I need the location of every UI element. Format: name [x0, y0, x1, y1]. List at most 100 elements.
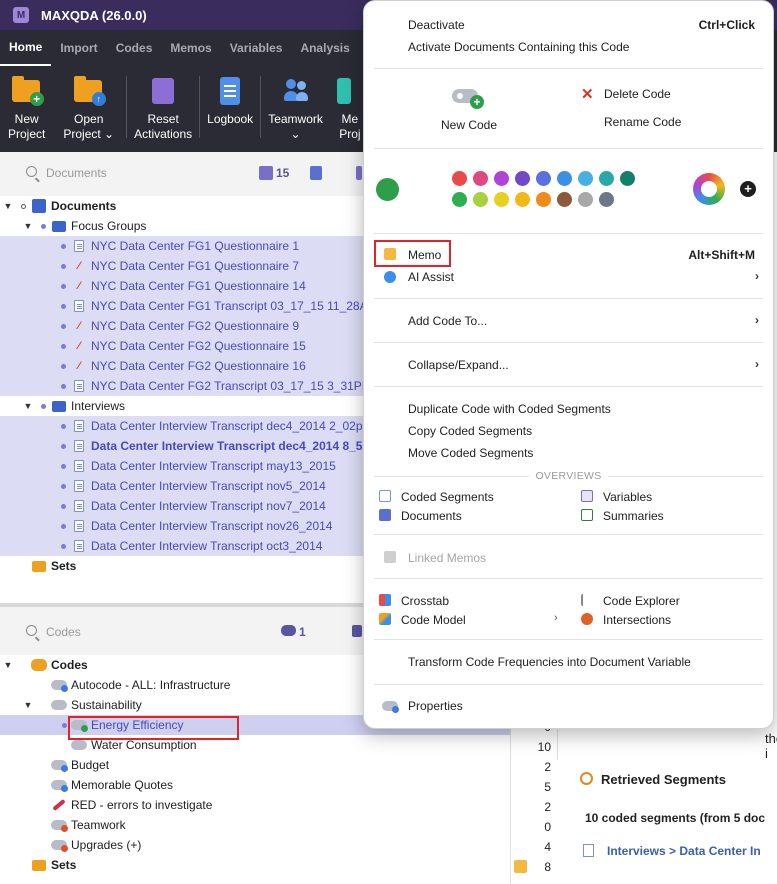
chevron-down-icon[interactable]: ▼ [3, 201, 13, 211]
activation-dot[interactable] [61, 363, 66, 369]
document-label: Data Center Interview Transcript nov26_2… [91, 519, 333, 533]
menu-item-deactivate[interactable]: Deactivate [408, 18, 465, 32]
activation-dot[interactable] [41, 223, 46, 229]
chevron-down-icon[interactable]: ▼ [23, 700, 33, 710]
color-swatch[interactable] [578, 192, 593, 207]
activation-dot[interactable] [61, 263, 66, 269]
menu-item-copy-segments[interactable]: Copy Coded Segments [408, 424, 532, 438]
open-project-button[interactable]: ↑ Open Project ⌄ [63, 76, 114, 142]
retrieved-segment-path[interactable]: Interviews > Data Center In [607, 844, 761, 858]
code-frequency: 2 [544, 760, 551, 774]
new-project-button[interactable]: + New Project [8, 76, 45, 142]
color-swatch[interactable] [473, 192, 488, 207]
menu-item-rename-code[interactable]: Rename Code [604, 115, 681, 129]
code-row[interactable]: Budget [0, 755, 510, 775]
add-color-icon[interactable]: + [740, 181, 756, 197]
activation-dot[interactable] [21, 203, 26, 209]
color-swatch[interactable] [452, 171, 467, 186]
menu-item-code-model[interactable]: Code Model [401, 613, 466, 627]
menu-item-collapse-expand[interactable]: Collapse/Expand... [408, 358, 509, 372]
activate-filter-icon[interactable] [310, 166, 322, 180]
menu-item-delete-code[interactable]: Delete Code [604, 87, 671, 101]
activation-dot[interactable] [61, 303, 66, 309]
tab-memos[interactable]: Memos [161, 30, 220, 66]
folder-icon [52, 220, 66, 232]
codes-search-input[interactable]: Codes [46, 625, 81, 639]
toolbar-icon[interactable] [356, 166, 362, 180]
memo-icon[interactable] [514, 860, 527, 873]
activation-dot[interactable] [41, 403, 46, 409]
logbook-label: Logbook [207, 112, 254, 126]
activation-dot[interactable] [61, 283, 66, 289]
tab-import[interactable]: Import [51, 30, 106, 66]
menu-item-summaries[interactable]: Summaries [603, 509, 664, 523]
activation-dot[interactable] [61, 463, 66, 469]
color-swatch[interactable] [599, 171, 614, 186]
chevron-down-icon[interactable]: ▼ [23, 401, 33, 411]
retrieved-segments-summary: 10 coded segments (from 5 doc [585, 811, 766, 825]
menu-item-code-explorer[interactable]: Code Explorer [603, 594, 680, 608]
color-swatch[interactable] [620, 171, 635, 186]
code-row[interactable]: Memorable Quotes [0, 775, 510, 795]
menu-item-add-code-to[interactable]: Add Code To... [408, 314, 487, 328]
menu-item-transform-frequencies[interactable]: Transform Code Frequencies into Document… [408, 655, 691, 669]
code-sets-row[interactable]: Sets [0, 855, 510, 875]
code-row[interactable]: RED - errors to investigate [0, 795, 510, 815]
tab-analysis[interactable]: Analysis [291, 30, 358, 66]
text-document-icon [74, 460, 84, 472]
new-code-icon: + [452, 87, 484, 109]
color-swatch[interactable] [578, 171, 593, 186]
color-swatch[interactable] [557, 171, 572, 186]
color-swatch[interactable] [599, 192, 614, 207]
activation-dot[interactable] [61, 543, 66, 549]
activation-dot[interactable] [61, 443, 66, 449]
menu-item-crosstab[interactable]: Crosstab [401, 594, 449, 608]
code-label: Memorable Quotes [71, 778, 174, 792]
color-swatch[interactable] [515, 171, 530, 186]
toolbar-icon[interactable] [352, 625, 362, 637]
menu-item-new-code[interactable]: New Code [441, 118, 497, 132]
color-swatch[interactable] [536, 192, 551, 207]
memo-project-button[interactable]: Me Proj [335, 76, 365, 142]
color-wheel-icon[interactable] [693, 173, 725, 205]
code-row[interactable]: Upgrades (+) [0, 835, 510, 855]
activation-dot[interactable] [61, 243, 66, 249]
menu-item-activate-documents[interactable]: Activate Documents Containing this Code [408, 40, 629, 54]
current-color-swatch[interactable] [376, 178, 399, 201]
code-row[interactable]: Teamwork [0, 815, 510, 835]
activation-dot[interactable] [62, 722, 67, 728]
menu-item-documents[interactable]: Documents [401, 509, 462, 523]
activation-dot[interactable] [61, 523, 66, 529]
color-swatch[interactable] [536, 171, 551, 186]
menu-item-variables[interactable]: Variables [603, 490, 652, 504]
teamwork-button[interactable]: Teamwork ⌄ [268, 76, 323, 142]
chevron-down-icon[interactable]: ▼ [23, 221, 33, 231]
chevron-down-icon[interactable]: ▼ [3, 660, 13, 670]
color-swatch[interactable] [473, 171, 488, 186]
color-swatch[interactable] [557, 192, 572, 207]
menu-item-ai-assist[interactable]: AI Assist [408, 270, 454, 284]
activation-dot[interactable] [61, 383, 66, 389]
color-swatch[interactable] [494, 171, 509, 186]
activation-dot[interactable] [61, 323, 66, 329]
codes-root-icon [31, 659, 47, 671]
tab-codes[interactable]: Codes [107, 30, 162, 66]
menu-item-coded-segments[interactable]: Coded Segments [401, 490, 494, 504]
highlight-memo [374, 240, 451, 267]
color-swatch[interactable] [515, 192, 530, 207]
menu-item-move-segments[interactable]: Move Coded Segments [408, 446, 533, 460]
menu-item-duplicate[interactable]: Duplicate Code with Coded Segments [408, 402, 611, 416]
activation-dot[interactable] [61, 343, 66, 349]
documents-search-input[interactable]: Documents [46, 166, 107, 180]
color-swatch[interactable] [452, 192, 467, 207]
activation-dot[interactable] [61, 483, 66, 489]
activation-dot[interactable] [61, 423, 66, 429]
activation-dot[interactable] [61, 503, 66, 509]
color-swatch[interactable] [494, 192, 509, 207]
menu-item-properties[interactable]: Properties [408, 699, 463, 713]
logbook-button[interactable]: Logbook [207, 76, 253, 127]
tab-home[interactable]: Home [0, 30, 52, 66]
reset-activations-button[interactable]: Reset Activations [134, 76, 192, 142]
menu-item-intersections[interactable]: Intersections [603, 613, 671, 627]
tab-variables[interactable]: Variables [221, 30, 292, 66]
